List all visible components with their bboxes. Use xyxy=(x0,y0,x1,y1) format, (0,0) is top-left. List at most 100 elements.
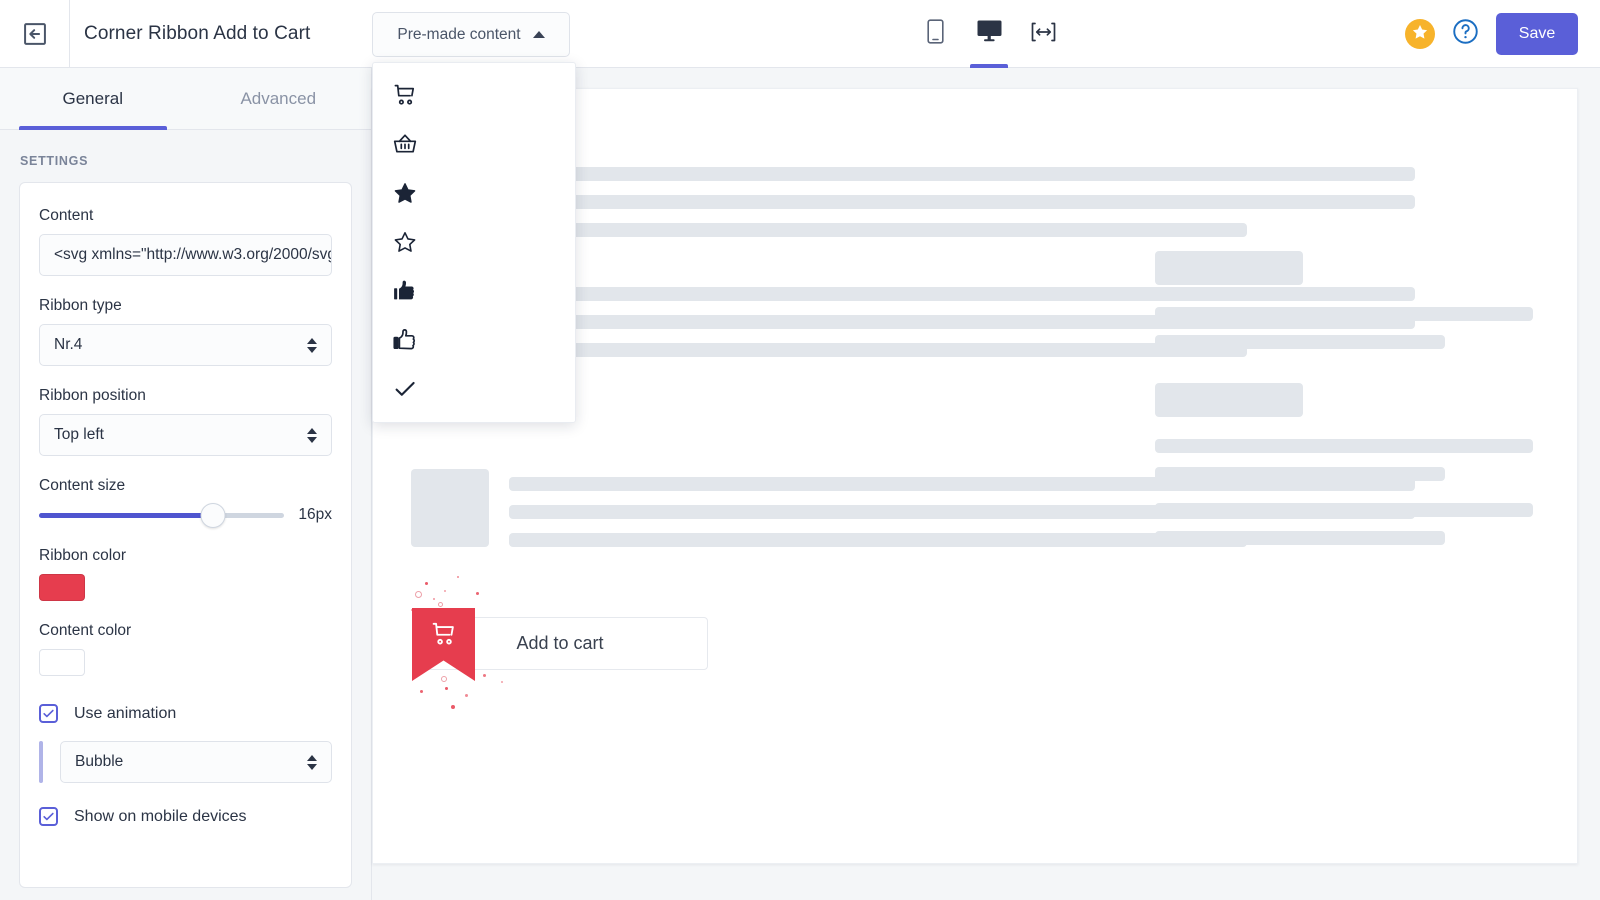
skeleton-line xyxy=(509,533,1247,547)
field-content: Content <svg xmlns="http://www.w3.org/20… xyxy=(39,207,332,276)
sparkle-ring xyxy=(438,602,443,607)
dropdown-item-star-filled[interactable] xyxy=(373,171,575,220)
star-filled-icon xyxy=(393,181,417,210)
sidebar-tabs: General Advanced xyxy=(0,68,371,130)
sparkle-particle xyxy=(483,674,486,677)
device-toggle-responsive[interactable] xyxy=(1028,19,1058,49)
corner-ribbon xyxy=(412,608,475,681)
skeleton-line xyxy=(1155,531,1445,545)
star-outline-icon xyxy=(393,230,417,259)
show-on-mobile-label: Show on mobile devices xyxy=(74,807,247,825)
field-animation-type: Bubble xyxy=(39,741,332,783)
device-toggle-mobile[interactable] xyxy=(920,19,950,49)
spinner-arrows-icon xyxy=(307,337,317,353)
row-show-on-mobile: Show on mobile devices xyxy=(39,807,332,826)
settings-panel: Content <svg xmlns="http://www.w3.org/20… xyxy=(19,182,352,888)
slider-thumb[interactable] xyxy=(200,502,226,528)
ribbon-color-swatch[interactable] xyxy=(39,574,85,601)
animation-type-value: Bubble xyxy=(75,753,124,770)
help-button[interactable] xyxy=(1452,18,1479,50)
sparkle-ring xyxy=(441,676,447,682)
thumbs-up-outline-icon xyxy=(393,328,417,357)
use-animation-label: Use animation xyxy=(74,704,177,722)
shopping-cart-icon xyxy=(393,83,417,112)
resize-horizontal-icon xyxy=(1031,21,1056,48)
caret-up-icon xyxy=(532,31,545,38)
dropdown-item-star-outline[interactable] xyxy=(373,220,575,269)
indent-bar xyxy=(39,741,43,783)
device-toggle-desktop[interactable] xyxy=(974,19,1004,49)
skeleton-block xyxy=(1155,251,1303,285)
content-input[interactable]: <svg xmlns="http://www.w3.org/2000/svg" xyxy=(39,234,332,276)
sparkle-particle xyxy=(433,598,435,600)
ribbon-color-label: Ribbon color xyxy=(39,547,127,564)
checkmark-icon xyxy=(43,812,54,821)
premade-content-button[interactable]: Pre-made content xyxy=(372,12,570,57)
skeleton-thumb xyxy=(411,469,489,547)
field-content-color: Content color xyxy=(39,622,332,676)
question-circle-icon xyxy=(1452,18,1479,50)
skeleton-line xyxy=(1155,335,1445,349)
content-size-value: 16px xyxy=(298,506,332,523)
sparkle-particle xyxy=(457,576,459,578)
device-toggle-group xyxy=(920,0,1058,68)
skeleton-line xyxy=(1155,503,1533,517)
settings-sidebar: General Advanced SETTINGS Content <svg x… xyxy=(0,68,372,900)
field-ribbon-position: Ribbon position Top left xyxy=(39,387,332,456)
shopping-cart-icon xyxy=(431,621,457,652)
mobile-icon xyxy=(926,19,944,49)
tab-general[interactable]: General xyxy=(0,68,186,130)
checkmark-icon xyxy=(43,709,54,718)
add-to-cart-label: Add to cart xyxy=(516,633,604,653)
dropdown-item-shopping-basket[interactable] xyxy=(373,122,575,171)
ribbon-type-select[interactable]: Nr.4 xyxy=(39,324,332,366)
top-bar: Corner Ribbon Add to Cart Save xyxy=(0,0,1600,68)
skeleton-line xyxy=(1155,439,1533,453)
skeleton-line xyxy=(1155,467,1445,481)
sparkle-particle xyxy=(465,694,468,697)
back-arrow-icon xyxy=(21,20,49,48)
content-color-swatch[interactable] xyxy=(39,649,85,676)
shopping-basket-icon xyxy=(393,132,417,161)
spinner-arrows-icon xyxy=(307,754,317,770)
skeleton-block xyxy=(1155,383,1303,417)
back-button[interactable] xyxy=(0,0,70,68)
checkmark-icon xyxy=(393,377,417,406)
slider-track-fill xyxy=(39,512,214,518)
use-animation-checkbox[interactable] xyxy=(39,704,58,723)
show-on-mobile-checkbox[interactable] xyxy=(39,807,58,826)
premade-content-dropdown[interactable] xyxy=(372,62,576,423)
premade-content-label: Pre-made content xyxy=(397,25,521,43)
thumbs-up-filled-icon xyxy=(393,279,417,308)
content-color-label: Content color xyxy=(39,622,132,639)
sparkle-particle xyxy=(476,592,479,595)
settings-section-label: SETTINGS xyxy=(20,154,89,168)
sparkle-particle xyxy=(444,590,446,592)
content-size-slider[interactable] xyxy=(39,502,285,528)
content-label: Content xyxy=(39,207,94,224)
field-content-size: Content size 16px xyxy=(39,477,332,528)
dropdown-item-checkmark[interactable] xyxy=(373,367,575,416)
ribbon-type-value: Nr.4 xyxy=(54,336,83,353)
page-title: Corner Ribbon Add to Cart xyxy=(84,22,311,44)
star-badge-button[interactable] xyxy=(1405,19,1435,49)
spinner-arrows-icon xyxy=(307,427,317,443)
field-ribbon-type: Ribbon type Nr.4 xyxy=(39,297,332,366)
animation-type-select[interactable]: Bubble xyxy=(60,741,332,783)
tab-advanced[interactable]: Advanced xyxy=(186,68,372,129)
sparkle-particle xyxy=(501,681,503,683)
row-use-animation: Use animation xyxy=(39,704,332,723)
ribbon-position-value: Top left xyxy=(54,426,104,443)
save-button[interactable]: Save xyxy=(1496,13,1578,55)
content-size-label: Content size xyxy=(39,477,126,494)
sparkle-particle xyxy=(445,687,448,690)
sparkle-particle xyxy=(420,690,423,693)
ribbon-position-label: Ribbon position xyxy=(39,387,146,404)
star-icon xyxy=(1411,23,1429,46)
dropdown-item-shopping-cart[interactable] xyxy=(373,73,575,122)
desktop-icon xyxy=(977,20,1002,48)
dropdown-item-thumbs-up-outline[interactable] xyxy=(373,318,575,367)
dropdown-item-thumbs-up-filled[interactable] xyxy=(373,269,575,318)
ribbon-position-select[interactable]: Top left xyxy=(39,414,332,456)
sparkle-ring xyxy=(415,591,422,598)
